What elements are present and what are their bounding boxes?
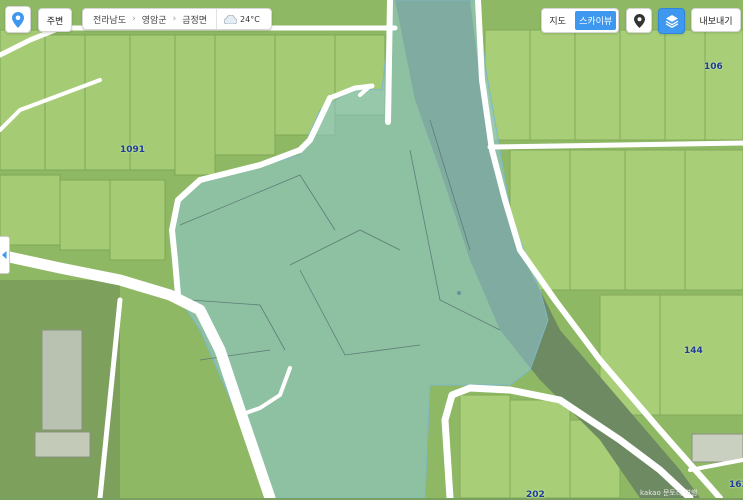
- breadcrumb-township[interactable]: 금정면: [182, 13, 207, 26]
- chevron-right-icon: ›: [132, 14, 136, 24]
- map-type-toggle: 지도 스카이뷰: [541, 8, 619, 33]
- breadcrumb-province[interactable]: 전라남도: [93, 13, 126, 26]
- lot-label-163: 163: [729, 480, 743, 490]
- nearby-button[interactable]: 주변: [38, 8, 72, 32]
- side-panel-toggle[interactable]: [0, 236, 10, 274]
- map-copyright: kakao 문토리 여행: [640, 489, 698, 497]
- breadcrumb: 전라남도 › 영암군 › 금정면 24°C: [82, 8, 272, 30]
- location-marker-button[interactable]: [626, 8, 652, 33]
- greenhouse-building: [41, 329, 83, 431]
- temperature-text: 24°C: [240, 14, 260, 24]
- lot-label-106: 106: [704, 62, 723, 72]
- lot-label-144: 144: [684, 346, 703, 356]
- map-type-skyview[interactable]: 스카이뷰: [575, 11, 616, 30]
- lot-label-1091: 1091: [120, 145, 146, 155]
- chevron-left-icon: [2, 251, 7, 259]
- map-marker-icon: [633, 13, 645, 28]
- chevron-right-icon: ›: [172, 14, 177, 24]
- weather-widget[interactable]: 24°C: [216, 9, 260, 29]
- breadcrumb-county[interactable]: 영암군: [142, 13, 167, 26]
- marker-dot: [457, 291, 461, 295]
- lot-label-202: 202: [526, 490, 545, 500]
- layers-icon: [665, 15, 678, 28]
- location-pin-icon: [12, 11, 24, 28]
- my-location-button[interactable]: [5, 6, 31, 33]
- building: [34, 431, 91, 458]
- cloud-icon: [224, 14, 238, 24]
- map-type-map[interactable]: 지도: [542, 9, 573, 32]
- export-button[interactable]: 내보내기: [691, 8, 741, 32]
- layers-button[interactable]: [658, 8, 685, 34]
- building: [691, 433, 743, 463]
- satellite-map[interactable]: [0, 0, 743, 498]
